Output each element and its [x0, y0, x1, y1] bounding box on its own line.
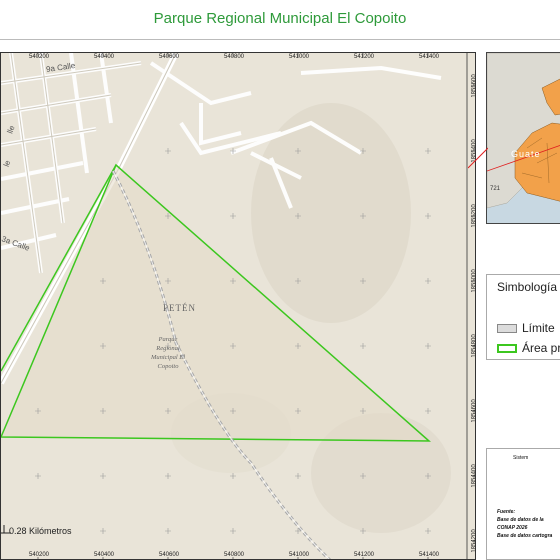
grid-x-label-bottom: 541200: [354, 552, 375, 558]
grid-x-label: 541200: [354, 54, 375, 60]
grid-y-label: 1854200: [471, 529, 476, 553]
grid-x-label: 540800: [224, 54, 245, 60]
title-bar: Parque Regional Municipal El Copoito: [0, 0, 560, 40]
main-map[interactable]: 540200 540400 540600 540800 541000 54120…: [0, 52, 476, 560]
grid-y-label: 1855200: [471, 204, 476, 228]
park-label-line: Regional: [156, 345, 180, 352]
grid-x-label-bottom: 540600: [159, 552, 180, 558]
park-label-line: Parque: [158, 336, 178, 343]
info-source-line: Base de datos cartogra: [497, 533, 553, 539]
info-source-line: CONAP 2026: [497, 525, 528, 531]
grid-x-label: 540600: [159, 54, 180, 60]
grid-x-label: 540200: [29, 54, 50, 60]
grid-x-label-bottom: 541400: [419, 552, 440, 558]
grid-x-label: 541400: [419, 54, 440, 60]
grid-x-label-bottom: 540200: [29, 552, 50, 558]
map-canvas[interactable]: [1, 53, 476, 560]
legend-title: Simbología: [497, 280, 558, 294]
legend-swatch: [497, 344, 517, 354]
grid-x-label: 541000: [289, 54, 310, 60]
grid-y-label: 1855600: [471, 74, 476, 98]
page-title: Parque Regional Municipal El Copoito: [153, 10, 407, 27]
park-label-line: Copoito: [157, 363, 179, 370]
scale-label: 0.28 Kilómetros: [9, 526, 72, 536]
inset-country-label: Guate: [511, 149, 541, 159]
inset-number-label: 721: [490, 186, 501, 192]
grid-x-label-bottom: 540400: [94, 552, 115, 558]
info-heading: Sistem: [513, 455, 529, 461]
locator-inset-map: Guate 721: [486, 52, 560, 224]
grid-y-label: 1854800: [471, 334, 476, 358]
info-panel: Sistem Fuente: Base de datos de la CONAP…: [486, 448, 560, 560]
park-label-line: Municipal El: [150, 354, 186, 361]
region-label: PETÉN: [163, 303, 196, 313]
grid-y-label: 1855000: [471, 269, 476, 293]
info-source-line: Base de datos de la: [497, 517, 544, 523]
inset-pointer-line: [468, 147, 488, 169]
legend-item-label: Área pr: [522, 341, 560, 355]
legend-item-label: Límite: [522, 321, 555, 335]
legend-item: Límite: [497, 321, 555, 335]
info-source-label: Fuente:: [497, 509, 516, 515]
park-label: Parque Regional Municipal El Copoito: [135, 335, 201, 371]
legend-item: Área pr: [497, 341, 560, 355]
legend: Simbología Límite Área pr: [486, 274, 560, 360]
grid-x-label-bottom: 541000: [289, 552, 310, 558]
grid-y-label: 1854400: [471, 464, 476, 488]
grid-x-label: 540400: [94, 54, 115, 60]
grid-y-label: 1854600: [471, 399, 476, 423]
grid-x-label-bottom: 540800: [224, 552, 245, 558]
legend-swatch: [497, 324, 517, 334]
